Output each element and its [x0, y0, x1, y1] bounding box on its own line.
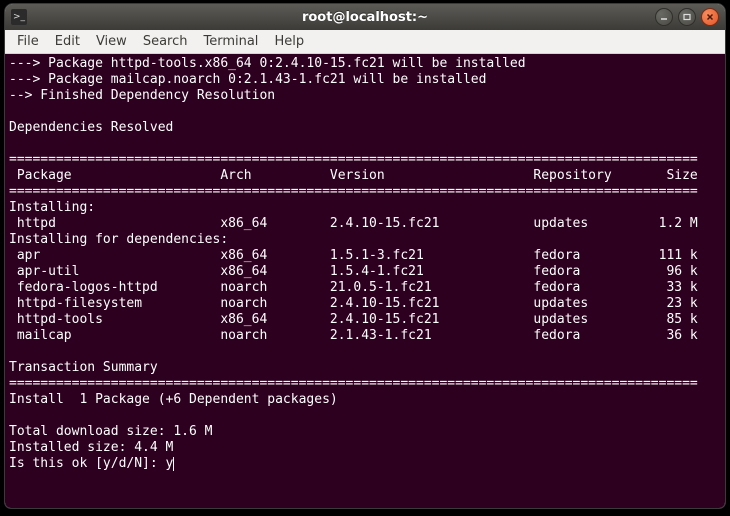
menubar: File Edit View Search Terminal Help	[5, 30, 725, 54]
menu-help[interactable]: Help	[266, 32, 312, 51]
maximize-button[interactable]	[678, 8, 696, 26]
titlebar: >_ root@localhost:~	[5, 4, 725, 30]
menu-terminal[interactable]: Terminal	[195, 32, 266, 51]
minimize-button[interactable]	[655, 8, 673, 26]
terminal-output[interactable]: ---> Package httpd-tools.x86_64 0:2.4.10…	[5, 54, 725, 508]
window-title: root@localhost:~	[5, 10, 725, 25]
terminal-cursor	[173, 457, 174, 471]
terminal-window: >_ root@localhost:~ File Edit View Searc…	[5, 4, 725, 508]
window-controls	[655, 8, 719, 26]
menu-file[interactable]: File	[9, 32, 47, 51]
menu-view[interactable]: View	[88, 32, 135, 51]
menu-edit[interactable]: Edit	[47, 32, 88, 51]
terminal-app-icon: >_	[11, 9, 27, 25]
menu-search[interactable]: Search	[135, 32, 196, 51]
close-button[interactable]	[701, 8, 719, 26]
